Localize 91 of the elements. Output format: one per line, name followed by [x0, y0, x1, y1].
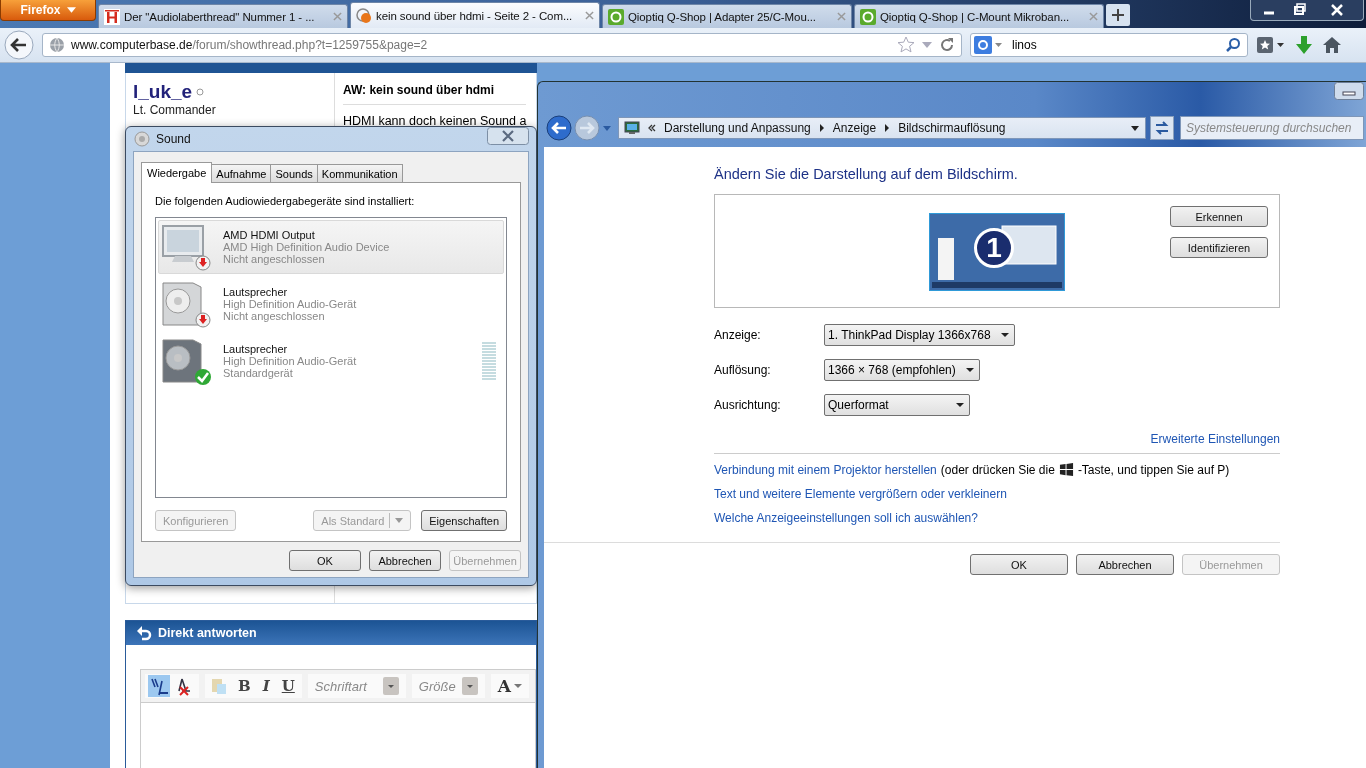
search-icon[interactable]	[1225, 37, 1241, 53]
device-status: Nicht angeschlossen	[223, 310, 326, 322]
browser-tab[interactable]: Qioptiq Q-Shop | C-Mount Mikroban...	[854, 4, 1104, 28]
browser-tab[interactable]: Der "Audiolaberthread" Nummer 1 - ...	[98, 4, 348, 28]
caret-icon	[66, 7, 76, 13]
post-text: HDMI kann doch keinen Sound a	[343, 114, 527, 128]
level-meter	[482, 342, 496, 380]
globe-icon	[49, 37, 65, 53]
tab-title: kein sound über hdmi - Seite 2 - Com...	[376, 9, 574, 22]
setting-label: Auflösung:	[714, 363, 772, 377]
post-title: AW: kein sound über hdmi	[343, 83, 527, 105]
address-bar[interactable]: www.computerbase.de/forum/showthread.php?t=1259755&page=2	[42, 33, 962, 57]
tab[interactable]: Wiedergabe	[141, 162, 213, 183]
site-icon	[356, 7, 372, 24]
back-icon[interactable]	[546, 115, 572, 141]
device-item[interactable]: Lautsprecher High Definition Audio-Gerät Standardgerät	[158, 334, 504, 388]
download-icon[interactable]	[1294, 35, 1314, 55]
projector-link[interactable]: Verbindung mit einem Projektor herstellen	[714, 462, 937, 477]
window-title: Sound	[156, 132, 191, 146]
advanced-settings-link[interactable]: Erweiterte Einstellungen	[1150, 432, 1280, 446]
reply-arrow-icon	[136, 625, 152, 641]
monitor-tile[interactable]: 1	[929, 213, 1065, 291]
device-name: AMD HDMI Output	[223, 229, 316, 241]
projector-hint-text: -Taste, und tippen Sie auf P)	[1077, 462, 1230, 477]
site-icon	[608, 8, 624, 25]
setting-label: Ausrichtung:	[714, 398, 782, 412]
device-name: Lautsprecher	[223, 286, 289, 298]
refresh-icon[interactable]	[1150, 116, 1174, 140]
bookmarks-icon[interactable]	[1256, 35, 1286, 55]
search-engine-icon[interactable]	[974, 36, 1004, 54]
breadcrumb-item[interactable]: Darstellung und Anpassung	[664, 121, 811, 135]
offline-status-icon	[196, 88, 205, 96]
new-tab-icon[interactable]	[1106, 4, 1130, 26]
device-status: Nicht angeschlossen	[223, 253, 326, 265]
url-text: www.computerbase.de/forum/showthread.php?t=1259755&page=2	[71, 38, 428, 52]
dropdown-icon[interactable]	[1130, 123, 1140, 133]
tab[interactable]: Kommunikation	[316, 164, 403, 182]
device-driver: AMD High Definition Audio Device	[223, 241, 391, 253]
format-button[interactable]: B	[234, 677, 255, 695]
help-link[interactable]: Welche Anzeigeeinstellungen soll ich auswählen?	[714, 511, 978, 525]
control-panel-icon	[624, 120, 640, 136]
projector-hint-text: (oder drücken Sie die	[940, 462, 1055, 477]
text-format-icon[interactable]	[148, 675, 170, 697]
device-driver: High Definition Audio-Gerät	[223, 355, 358, 367]
home-icon[interactable]	[1322, 35, 1342, 55]
dialog-button[interactable]: OK	[289, 550, 361, 571]
device-driver: High Definition Audio-Gerät	[223, 298, 358, 310]
arrow-icon[interactable]	[883, 123, 892, 133]
message-field[interactable]	[140, 702, 536, 768]
dialog-button[interactable]: OK	[970, 554, 1068, 575]
site-icon	[104, 8, 120, 25]
format-button[interactable]: U	[277, 677, 299, 695]
help-link[interactable]: Text und weitere Elemente vergrößern oder verkleinern	[714, 487, 1007, 501]
dialog-button[interactable]: Abbrechen	[1076, 554, 1174, 575]
arrow-icon[interactable]	[817, 123, 826, 133]
tab[interactable]: Sounds	[270, 164, 318, 182]
instruction-text: Die folgenden Audiowiedergabegeräte sind installiert:	[155, 195, 416, 207]
browser-tab[interactable]: Qioptiq Q-Shop | Adapter 25/C-Mou...	[602, 4, 852, 28]
device-item[interactable]: Lautsprecher High Definition Audio-Gerät Nicht angeschlossen	[158, 277, 504, 331]
tab[interactable]: Aufnahme	[211, 164, 272, 182]
tab-title: Der "Audiolaberthread" Nummer 1 - ...	[124, 10, 316, 23]
breadcrumb-item[interactable]: Anzeige	[832, 121, 877, 135]
speaker-icon	[134, 131, 150, 147]
device-item[interactable]: AMD HDMI Output AMD High Definition Audio Device Nicht angeschlossen	[158, 220, 504, 274]
tab-title: Qioptiq Q-Shop | C-Mount Mikroban...	[880, 10, 1071, 23]
chevron-icon	[647, 123, 657, 133]
search-field[interactable]: linos	[970, 33, 1248, 57]
site-icon	[860, 8, 876, 25]
setting-dropdown[interactable]: 1366 × 768 (empfohlen)	[824, 359, 980, 381]
tab-title: Qioptiq Q-Shop | Adapter 25/C-Mou...	[628, 10, 817, 23]
breadcrumb-bar[interactable]: Darstellung und Anpassung Anzeige Bildschirmauflösung	[618, 117, 1146, 139]
windows-key-icon	[1058, 462, 1074, 477]
setting-dropdown[interactable]: Querformat	[824, 394, 970, 416]
device-status: Standardgerät	[223, 367, 294, 379]
format-button[interactable]: I	[258, 677, 274, 695]
back-icon[interactable]	[4, 30, 34, 60]
user-rank: Lt. Commander	[133, 103, 217, 117]
setting-dropdown[interactable]: 1. ThinkPad Display 1366x768	[824, 324, 1015, 346]
dialog-button[interactable]: Eigenschaften	[421, 510, 507, 531]
reload-icon[interactable]	[939, 37, 955, 53]
dialog-button[interactable]: Identifizieren	[1170, 237, 1268, 258]
breadcrumb-item[interactable]: Bildschirmauflösung	[898, 121, 1006, 135]
browser-tab[interactable]: kein sound über hdmi - Seite 2 - Com...	[350, 2, 600, 28]
star-icon[interactable]	[897, 36, 915, 54]
reply-title: Direkt antworten	[158, 626, 257, 640]
username[interactable]: l_uk_e	[133, 81, 193, 103]
page-heading: Ändern Sie die Darstellung auf dem Bildschirm.	[714, 166, 1019, 182]
device-name: Lautsprecher	[223, 343, 289, 355]
dialog-button[interactable]: Erkennen	[1170, 206, 1268, 227]
dialog-button[interactable]: Abbrechen	[369, 550, 441, 571]
setting-label: Anzeige:	[714, 328, 762, 342]
